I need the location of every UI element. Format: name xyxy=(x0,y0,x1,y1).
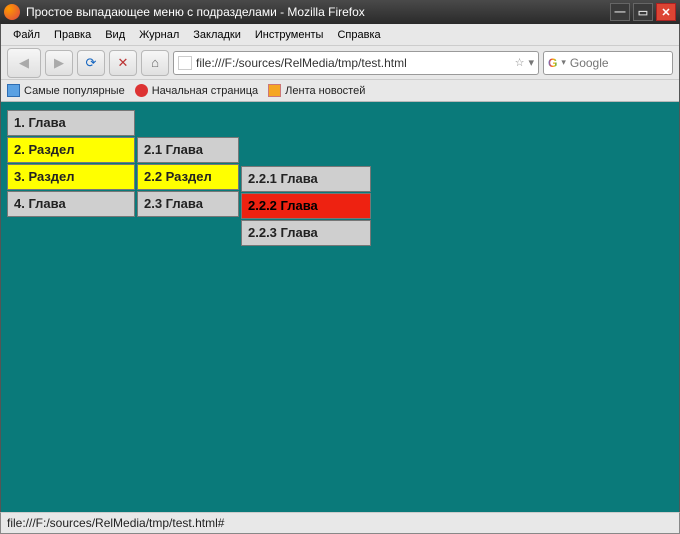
minimize-button[interactable]: — xyxy=(610,3,630,21)
url-bar[interactable]: file:///F:/sources/RelMedia/tmp/test.htm… xyxy=(173,51,539,75)
menu-item[interactable]: 3. Раздел xyxy=(7,164,135,190)
bookmark-popular[interactable]: Самые популярные xyxy=(7,84,125,97)
menu-bookmarks[interactable]: Закладки xyxy=(187,27,247,43)
search-dropdown-icon[interactable]: ▾ xyxy=(561,57,566,68)
menubar: Файл Правка Вид Журнал Закладки Инструме… xyxy=(1,24,679,46)
status-text: file:///F:/sources/RelMedia/tmp/test.htm… xyxy=(7,516,224,530)
menu-item[interactable]: 2.2.2 Глава xyxy=(241,193,371,219)
menu-item[interactable]: 2.2.3 Глава xyxy=(241,220,371,246)
menu-file[interactable]: Файл xyxy=(7,27,46,43)
stop-button[interactable]: ✕ xyxy=(109,50,137,76)
menu-level-2: 2.2.1 Глава 2.2.2 Глава 2.2.3 Глава xyxy=(241,166,371,247)
bookmarks-bar: Самые популярные Начальная страница Лент… xyxy=(1,80,679,102)
menu-item[interactable]: 2.2 Раздел xyxy=(137,164,239,190)
google-icon: G xyxy=(548,56,557,70)
bookmark-start[interactable]: Начальная страница xyxy=(135,84,258,97)
dropdown-icon[interactable]: ▾ xyxy=(528,56,534,69)
menu-tools[interactable]: Инструменты xyxy=(249,27,330,43)
menu-level-0: 1. Глава 2. Раздел 3. Раздел 4. Глава xyxy=(7,110,135,218)
bookmark-star-icon[interactable]: ☆ xyxy=(515,56,525,69)
back-button[interactable]: ◀ xyxy=(7,48,41,78)
status-bar: file:///F:/sources/RelMedia/tmp/test.htm… xyxy=(0,512,680,534)
maximize-button[interactable]: ▭ xyxy=(633,3,653,21)
window-title: Простое выпадающее меню с подразделами -… xyxy=(26,5,607,19)
menu-item[interactable]: 2. Раздел xyxy=(7,137,135,163)
menu-view[interactable]: Вид xyxy=(99,27,131,43)
home-icon xyxy=(135,84,148,97)
firefox-icon xyxy=(4,4,20,20)
menu-item[interactable]: 2.2.1 Глава xyxy=(241,166,371,192)
toolbar: ◀ ▶ ⟳ ✕ ⌂ file:///F:/sources/RelMedia/tm… xyxy=(1,46,679,80)
home-button[interactable]: ⌂ xyxy=(141,50,169,76)
page-icon xyxy=(178,56,192,70)
search-input[interactable] xyxy=(570,56,650,70)
close-button[interactable]: ✕ xyxy=(656,3,676,21)
titlebar: Простое выпадающее меню с подразделами -… xyxy=(0,0,680,24)
menu-help[interactable]: Справка xyxy=(331,27,386,43)
menu-item[interactable]: 2.3 Глава xyxy=(137,191,239,217)
url-text: file:///F:/sources/RelMedia/tmp/test.htm… xyxy=(196,56,511,70)
menu-history[interactable]: Журнал xyxy=(133,27,185,43)
rss-icon xyxy=(268,84,281,97)
menu-item[interactable]: 2.1 Глава xyxy=(137,137,239,163)
forward-button[interactable]: ▶ xyxy=(45,50,73,76)
menu-edit[interactable]: Правка xyxy=(48,27,97,43)
folder-icon xyxy=(7,84,20,97)
bookmark-feed[interactable]: Лента новостей xyxy=(268,84,365,97)
page-viewport: 1. Глава 2. Раздел 3. Раздел 4. Глава 2.… xyxy=(0,102,680,512)
menu-item[interactable]: 4. Глава xyxy=(7,191,135,217)
reload-button[interactable]: ⟳ xyxy=(77,50,105,76)
menu-item[interactable]: 1. Глава xyxy=(7,110,135,136)
menu-level-1: 2.1 Глава 2.2 Раздел 2.3 Глава xyxy=(137,137,239,218)
search-box[interactable]: G ▾ xyxy=(543,51,673,75)
